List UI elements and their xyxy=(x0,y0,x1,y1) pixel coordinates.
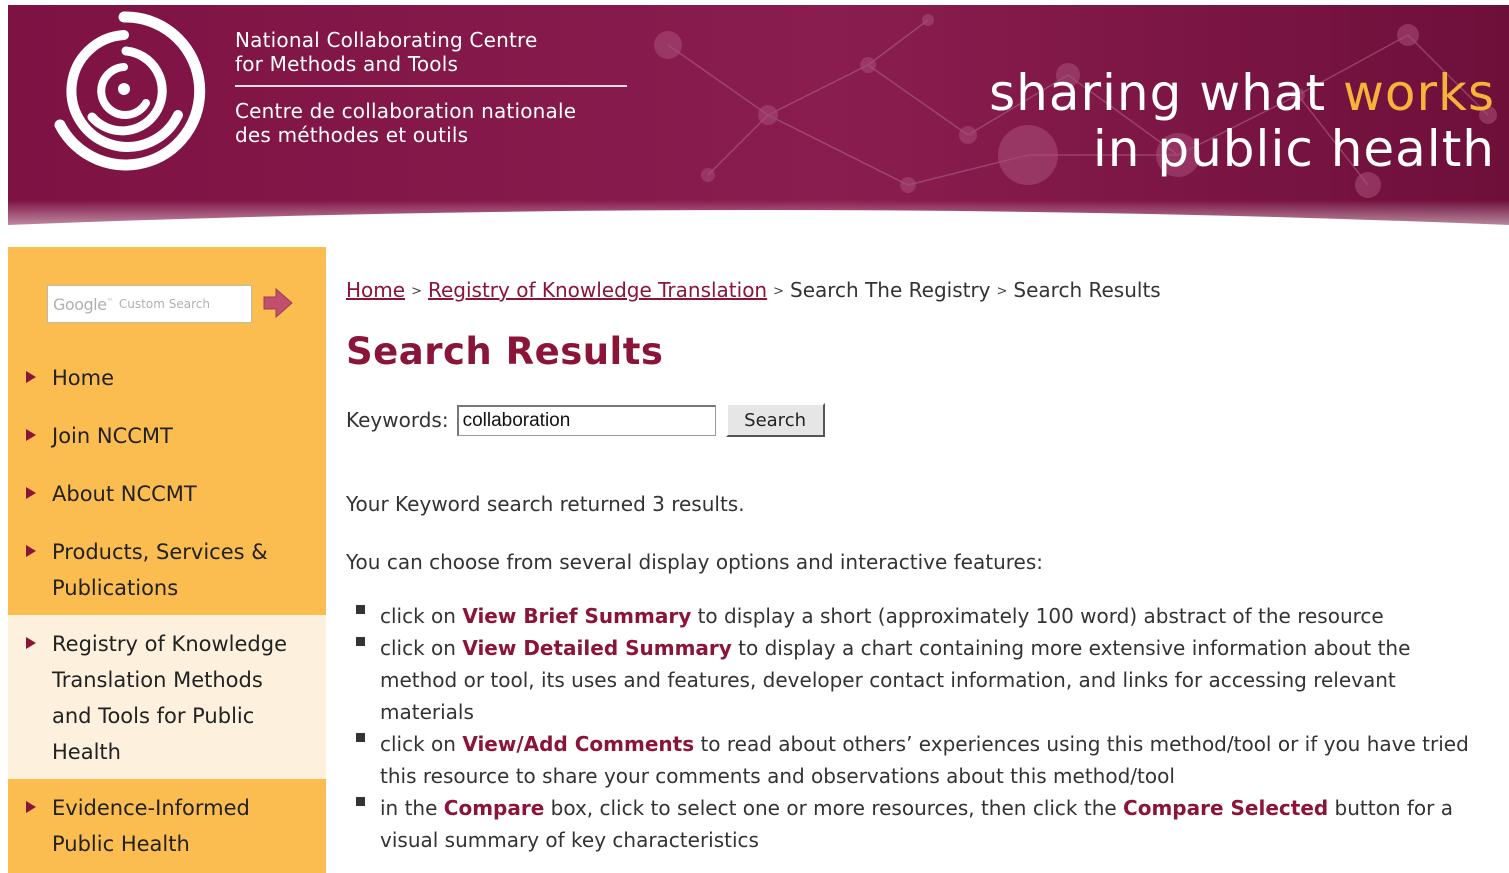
bullet-triangle-icon xyxy=(26,801,36,813)
org-name-french-line1: Centre de collaboration nationale xyxy=(235,99,577,123)
label-line: Health xyxy=(52,740,121,764)
breadcrumb-separator: > xyxy=(411,284,422,299)
bullet-triangle-icon xyxy=(26,545,36,557)
options-intro-text: You can choose from several display opti… xyxy=(346,550,1043,574)
breadcrumb-separator: > xyxy=(996,284,1008,299)
tagline-accent-word: works xyxy=(1342,64,1495,122)
google-logo-text: Google™ xyxy=(53,295,113,314)
page-title: Search Results xyxy=(346,330,664,373)
site-header-banner: National Collaborating Centre for Method… xyxy=(8,5,1509,250)
label-line: Public Health xyxy=(52,832,190,856)
breadcrumb-separator: > xyxy=(773,284,785,299)
sidebar-item-label: About NCCMT xyxy=(52,482,197,506)
option-text: to display a short (approximately 100 wo… xyxy=(691,604,1384,628)
sidebar-item-home[interactable]: Home xyxy=(8,357,326,415)
tagline-line2: in public health xyxy=(1092,120,1495,178)
keyword-search-form: Keywords: Search xyxy=(346,403,825,437)
search-button[interactable]: Search xyxy=(725,403,825,437)
custom-search-input[interactable]: Google™ Custom Search xyxy=(47,285,252,323)
org-name-french-line2: des méthodes et outils xyxy=(235,123,469,147)
trademark-mark: ™ xyxy=(106,297,113,306)
sidebar-item-join[interactable]: Join NCCMT xyxy=(8,415,326,473)
option-text: in the xyxy=(380,796,444,820)
arrow-right-icon[interactable] xyxy=(262,287,294,319)
view-brief-summary-link[interactable]: View Brief Summary xyxy=(462,604,691,628)
list-item: click on View Detailed Summary to displa… xyxy=(356,632,1476,728)
bullet-triangle-icon xyxy=(26,371,36,383)
sidebar-item-about[interactable]: About NCCMT xyxy=(8,473,326,531)
display-options-list: click on View Brief Summary to display a… xyxy=(356,600,1476,856)
label-line: Evidence-Informed xyxy=(52,796,250,820)
sidebar: Google™ Custom Search Home Join NCCMT Ab… xyxy=(8,247,326,873)
sidebar-item-label: Join NCCMT xyxy=(52,424,173,448)
label-line: Products, Services & xyxy=(52,540,268,564)
org-name-english-line2: for Methods and Tools xyxy=(235,52,459,76)
label-line: Translation Methods xyxy=(52,668,263,692)
nccmt-swirl-logo-icon[interactable] xyxy=(32,5,216,175)
org-name-english: National Collaborating Centre for Method… xyxy=(235,28,537,76)
list-item: in the Compare box, click to select one … xyxy=(356,792,1476,856)
tagline-line1: sharing what works xyxy=(989,65,1495,121)
breadcrumb-home-link[interactable]: Home xyxy=(346,278,405,302)
org-name-english-line1: National Collaborating Centre xyxy=(235,28,538,52)
bullet-triangle-icon xyxy=(26,429,36,441)
sidebar-item-evidence-informed[interactable]: Evidence-Informed Public Health xyxy=(8,779,326,873)
result-count-text: Your Keyword search returned 3 results. xyxy=(346,492,745,516)
sidebar-item-label: Home xyxy=(52,366,115,390)
label-line: and Tools for Public xyxy=(52,704,255,728)
breadcrumb-search-text: Search The Registry xyxy=(790,278,991,302)
tagline-line1-text: sharing what xyxy=(989,64,1343,122)
list-item: click on View Brief Summary to display a… xyxy=(356,600,1476,632)
sidebar-item-registry[interactable]: Registry of Knowledge Translation Method… xyxy=(8,615,326,779)
label-line: Registry of Knowledge xyxy=(52,632,287,656)
view-detailed-summary-link[interactable]: View Detailed Summary xyxy=(462,636,731,660)
compare-keyword: Compare xyxy=(443,796,545,820)
sidebar-item-label: Evidence-Informed Public Health xyxy=(52,790,312,862)
site-tagline: sharing what works in public health xyxy=(989,65,1495,177)
label-line: Publications xyxy=(52,576,179,600)
main-content: Home > Registry of Knowledge Translation > S… xyxy=(346,270,1496,852)
breadcrumb: Home > Registry of Knowledge Translation > S… xyxy=(346,270,1496,314)
sidebar-item-products[interactable]: Products, Services & Publications xyxy=(8,531,326,615)
keywords-label: Keywords: xyxy=(346,408,449,432)
list-item: click on View/Add Comments to read about… xyxy=(356,728,1476,792)
breadcrumb-current: Search Results xyxy=(1013,278,1161,302)
option-text: click on xyxy=(380,604,463,628)
sidebar-item-label: Registry of Knowledge Translation Method… xyxy=(52,626,312,770)
option-text: click on xyxy=(380,636,463,660)
custom-search-placeholder: Custom Search xyxy=(118,297,210,311)
org-name-french: Centre de collaboration nationale des mé… xyxy=(235,99,576,147)
option-text: click on xyxy=(380,732,463,756)
google-mark-text: Google xyxy=(53,294,107,314)
keywords-input[interactable] xyxy=(456,404,716,436)
compare-selected-keyword: Compare Selected xyxy=(1123,796,1329,820)
org-name-divider xyxy=(235,85,627,87)
bullet-triangle-icon xyxy=(26,637,36,649)
view-add-comments-link[interactable]: View/Add Comments xyxy=(462,732,694,756)
sidebar-item-label: Products, Services & Publications xyxy=(52,534,312,606)
breadcrumb-registry-link[interactable]: Registry of Knowledge Translation xyxy=(428,278,767,302)
bullet-triangle-icon xyxy=(26,487,36,499)
option-text: box, click to select one or more resourc… xyxy=(544,796,1124,820)
